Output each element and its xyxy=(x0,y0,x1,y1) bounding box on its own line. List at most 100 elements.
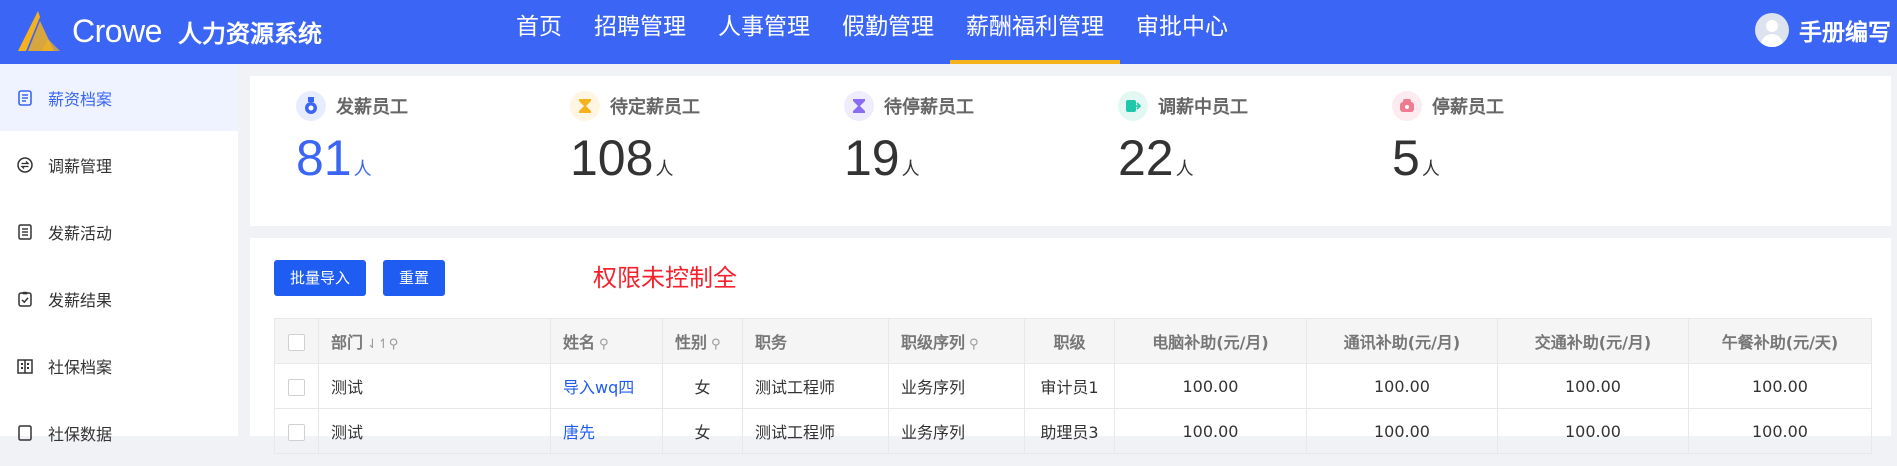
row-select-cell[interactable] xyxy=(274,363,319,409)
stat-stopped-employees[interactable]: 停薪员工 5 人 xyxy=(1392,90,1632,186)
column-header-communication-allowance: 通讯补助(元/月) xyxy=(1306,318,1498,364)
hourglass-icon xyxy=(570,91,600,121)
row-checkbox[interactable] xyxy=(288,378,305,396)
nav-attendance[interactable]: 假勤管理 xyxy=(826,0,950,64)
data-icon xyxy=(16,424,34,442)
cell-computer-allowance: 100.00 xyxy=(1114,408,1307,454)
column-header-lunch-allowance: 午餐补助(元/天) xyxy=(1688,318,1872,364)
stat-value: 5 xyxy=(1392,130,1420,186)
crowe-logo-icon xyxy=(18,11,60,51)
column-header-department[interactable]: 部门 ⇃↿⚲ xyxy=(318,318,551,364)
stat-pending-stop-employees[interactable]: 待停薪员工 19 人 xyxy=(844,90,1084,186)
cell-rank: 审计员1 xyxy=(1024,363,1115,409)
cell-communication-allowance: 100.00 xyxy=(1306,408,1498,454)
employee-name-link[interactable]: 唐先 xyxy=(563,423,595,442)
stat-unit: 人 xyxy=(901,159,920,180)
transfer-icon xyxy=(1118,91,1148,121)
table-row[interactable]: 测试 唐先 女 测试工程师 业务序列 助理员3 100.00 100.00 10… xyxy=(274,408,1872,454)
list-icon xyxy=(16,223,34,241)
cell-lunch-allowance: 100.00 xyxy=(1688,408,1872,454)
stat-unit: 人 xyxy=(353,159,372,180)
cell-position: 测试工程师 xyxy=(742,363,889,409)
stat-value: 81 xyxy=(296,130,352,186)
column-header-name[interactable]: 姓名 ⚲ xyxy=(550,318,663,364)
sidebar-item-label: 调薪管理 xyxy=(48,156,113,176)
nav-personnel[interactable]: 人事管理 xyxy=(702,0,826,64)
nav-recruitment[interactable]: 招聘管理 xyxy=(578,0,702,64)
sidebar-item-payroll-result[interactable]: 发薪结果 xyxy=(0,265,238,332)
cell-rank-sequence: 业务序列 xyxy=(888,408,1025,454)
main-nav: 首页 招聘管理 人事管理 假勤管理 薪酬福利管理 审批中心 xyxy=(500,0,1244,64)
user-name[interactable]: 手册编写 xyxy=(1799,13,1891,47)
nav-approval[interactable]: 审批中心 xyxy=(1120,0,1244,64)
cell-lunch-allowance: 100.00 xyxy=(1688,363,1872,409)
cell-position: 测试工程师 xyxy=(742,408,889,454)
document-icon xyxy=(16,89,34,107)
stat-unit: 人 xyxy=(1175,159,1194,180)
sidebar: 薪资档案 调薪管理 发薪活动 发薪结果 社保档案 社保数据 xyxy=(0,64,238,444)
system-name: 人力资源系统 xyxy=(177,19,322,48)
column-header-rank: 职级 xyxy=(1024,318,1115,364)
column-header-computer-allowance: 电脑补助(元/月) xyxy=(1114,318,1307,364)
sidebar-item-label: 发薪结果 xyxy=(48,290,113,310)
employee-name-link[interactable]: 导入wq四 xyxy=(563,378,634,397)
stat-label: 待停薪员工 xyxy=(884,97,974,118)
sidebar-item-salary-adjustment[interactable]: 调薪管理 xyxy=(0,131,238,198)
stat-paid-employees[interactable]: 发薪员工 81 人 xyxy=(296,90,536,186)
top-navigation-bar: Crowe 人力资源系统 首页 招聘管理 人事管理 假勤管理 薪酬福利管理 审批… xyxy=(0,0,1897,64)
hourglass-icon xyxy=(844,91,874,121)
permission-warning: 权限未控制全 xyxy=(593,264,737,292)
sidebar-item-label: 发薪活动 xyxy=(48,223,113,243)
logo[interactable]: Crowe 人力资源系统 xyxy=(14,6,322,56)
stat-unit: 人 xyxy=(1421,159,1440,180)
column-header-transport-allowance: 交通补助(元/月) xyxy=(1497,318,1689,364)
stat-label: 发薪员工 xyxy=(336,97,408,118)
user-menu[interactable]: 手册编写 xyxy=(1755,10,1891,50)
stat-unit: 人 xyxy=(655,159,674,180)
salary-table: 部门 ⇃↿⚲ 姓名 ⚲ 性别 ⚲ 职务 职级序列 ⚲ 职级 电脑补助(元/月) 通讯补助… xyxy=(274,318,1872,454)
batch-import-button[interactable]: 批量导入 xyxy=(274,260,367,296)
stat-label: 调薪中员工 xyxy=(1158,97,1248,118)
avatar[interactable] xyxy=(1755,13,1789,47)
stat-adjusting-employees[interactable]: 调薪中员工 22 人 xyxy=(1118,90,1358,186)
select-all-checkbox[interactable] xyxy=(288,333,305,351)
stat-label: 停薪员工 xyxy=(1432,97,1504,118)
nav-compensation[interactable]: 薪酬福利管理 xyxy=(950,0,1120,64)
cell-transport-allowance: 100.00 xyxy=(1497,363,1689,409)
cell-computer-allowance: 100.00 xyxy=(1114,363,1307,409)
cell-transport-allowance: 100.00 xyxy=(1497,408,1689,454)
sidebar-item-label: 社保数据 xyxy=(48,424,113,444)
sidebar-item-salary-archive[interactable]: 薪资档案 xyxy=(0,64,238,131)
sidebar-item-payroll-activity[interactable]: 发薪活动 xyxy=(0,198,238,265)
stat-pending-salary-employees[interactable]: 待定薪员工 108 人 xyxy=(570,90,810,186)
cell-name[interactable]: 导入wq四 xyxy=(550,363,663,409)
sidebar-item-label: 社保档案 xyxy=(48,357,113,377)
select-all-cell[interactable] xyxy=(274,318,319,364)
search-icon[interactable]: ⚲ xyxy=(969,337,979,352)
reset-button[interactable]: 重置 xyxy=(383,260,446,296)
sort-search-icon[interactable]: ⇃↿⚲ xyxy=(367,337,398,352)
table-row[interactable]: 测试 导入wq四 女 测试工程师 业务序列 审计员1 100.00 100.00… xyxy=(274,363,1872,409)
row-select-cell[interactable] xyxy=(274,408,319,454)
table-header-row: 部门 ⇃↿⚲ 姓名 ⚲ 性别 ⚲ 职务 职级序列 ⚲ 职级 电脑补助(元/月) 通讯补助… xyxy=(274,318,1872,364)
column-header-gender[interactable]: 性别 ⚲ xyxy=(662,318,743,364)
wallet-icon xyxy=(1392,91,1422,121)
search-icon[interactable]: ⚲ xyxy=(711,337,721,352)
exchange-icon xyxy=(16,156,34,174)
medal-icon xyxy=(296,91,326,121)
search-icon[interactable]: ⚲ xyxy=(599,337,609,352)
sidebar-item-label: 薪资档案 xyxy=(48,89,113,109)
stat-value: 22 xyxy=(1118,130,1174,186)
cell-rank: 助理员3 xyxy=(1024,408,1115,454)
cell-name[interactable]: 唐先 xyxy=(550,408,663,454)
sidebar-item-social-security-archive[interactable]: 社保档案 xyxy=(0,332,238,399)
cell-department: 测试 xyxy=(318,363,551,409)
brand-name: Crowe xyxy=(72,12,162,49)
sidebar-item-social-security-data[interactable]: 社保数据 xyxy=(0,399,238,466)
cell-department: 测试 xyxy=(318,408,551,454)
column-header-rank-sequence[interactable]: 职级序列 ⚲ xyxy=(888,318,1025,364)
nav-home[interactable]: 首页 xyxy=(500,0,578,64)
row-checkbox[interactable] xyxy=(288,423,305,441)
column-header-position: 职务 xyxy=(742,318,889,364)
cell-gender: 女 xyxy=(662,408,743,454)
